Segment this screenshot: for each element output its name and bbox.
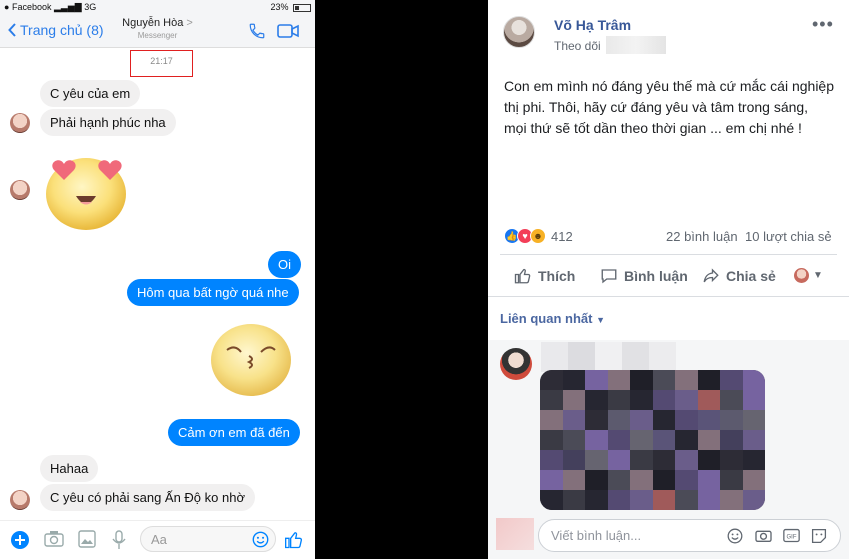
facebook-post-screen: Võ Hạ Trâm Theo dõi ••• Con em mình nó đ… [488,0,849,559]
divider [488,296,849,297]
message-timestamp: 21:17 [130,50,193,77]
avatar[interactable] [10,180,30,200]
write-comment-input[interactable]: Viết bình luận... GIF [538,519,841,552]
blurred-comment-image[interactable] [540,370,765,510]
comment-sort-label: Liên quan nhất [500,311,593,326]
message-input-placeholder: Aa [151,532,167,547]
thumbs-up-icon [514,268,531,284]
message-bubble-in[interactable]: C yêu có phải sang Ấn Độ ko nhờ [40,484,255,511]
avatar[interactable] [10,113,30,133]
sticker-icon[interactable] [811,528,827,544]
message-bubble-out[interactable]: Hôm qua bất ngờ quá nhe [127,279,299,306]
camera-icon[interactable] [44,530,64,548]
message-input[interactable]: Aa [140,526,276,552]
gif-icon[interactable]: GIF [783,528,800,543]
comment-button[interactable]: Bình luận [600,267,688,285]
chevron-right-icon: > [186,17,193,29]
avatar[interactable] [503,16,535,48]
blurred-avatar [496,518,534,550]
svg-text:GIF: GIF [787,534,797,540]
comment-icon [601,269,617,284]
message-bubble-in[interactable]: Phải hạnh phúc nha [40,109,176,136]
post-text: Con em mình nó đáng yêu thế mà cứ mắc cá… [504,78,834,136]
video-camera-icon[interactable] [277,24,299,38]
status-left: ● Facebook ▂▃▅▇ 3G [4,2,96,13]
share-button[interactable]: Chia sẻ [702,267,776,285]
messenger-screen: ● Facebook ▂▃▅▇ 3G 23% Trang chủ (8) Ngu… [0,0,315,559]
kiss-emoji-icon[interactable] [209,322,293,398]
haha-reaction-icon: ☻ [530,228,546,244]
like-button[interactable]: Thích [514,267,575,285]
contact-name[interactable]: Nguyễn Hòa > [0,17,315,29]
thumbs-up-icon[interactable] [284,530,304,550]
blurred-text [606,36,666,54]
more-options-icon[interactable]: ••• [812,14,834,35]
battery-label: 23% [270,2,289,12]
divider [500,254,837,255]
like-label: Thích [538,268,576,284]
contact-subtitle: Messenger [137,31,178,40]
comment-sort-dropdown[interactable]: Liên quan nhất ▼ [500,311,605,326]
share-icon [703,268,719,283]
contact-name-text: Nguyễn Hòa [122,17,184,29]
carrier-label: Facebook [11,2,52,12]
smiley-icon[interactable] [727,528,743,544]
avatar[interactable] [500,348,532,380]
comment-count[interactable]: 22 bình luận [666,229,738,244]
signal-icon: ▂▃▅▇ [54,2,82,12]
chat-header: Trang chủ (8) Nguyễn Hòa > Messenger [0,14,315,48]
reactions-summary[interactable]: 👍 ♥ ☻ 412 [504,228,573,244]
smiley-icon[interactable] [252,531,269,548]
avatar[interactable] [10,490,30,510]
camera-icon[interactable] [755,528,772,543]
heart-eyes-emoji-icon[interactable] [42,152,130,232]
follow-link[interactable]: Theo dõi [554,39,601,53]
phone-icon[interactable] [248,22,266,40]
message-bubble-in[interactable]: Hahaa [40,455,99,482]
message-bubble-in[interactable]: C yêu của em [40,80,141,107]
apple-icon: ● [4,2,10,12]
plus-icon[interactable] [10,530,30,550]
share-count[interactable]: 10 lượt chia sẻ [745,229,832,244]
comment-label: Bình luận [624,268,688,284]
write-comment-placeholder: Viết bình luận... [551,528,642,543]
profile-mini-icon [794,268,809,283]
reaction-count: 412 [551,228,573,244]
message-bubble-out[interactable]: Cảm ơn em đã đến [168,419,300,446]
microphone-icon[interactable] [112,530,126,550]
reaction-picker-button[interactable]: ▼ [794,268,823,283]
caret-down-icon: ▼ [813,270,823,281]
caret-down-icon: ▼ [596,315,605,325]
page: ● Facebook ▂▃▅▇ 3G 23% Trang chủ (8) Ngu… [0,0,849,559]
share-label: Chia sẻ [726,268,776,284]
author-name[interactable]: Võ Hạ Trâm [554,17,631,33]
photo-icon[interactable] [78,530,96,548]
blurred-commenter-name [541,342,676,372]
status-bar: ● Facebook ▂▃▅▇ 3G 23% [0,0,315,14]
message-bubble-out[interactable]: Oi [268,251,301,278]
network-label: 3G [84,2,97,12]
status-right: 23% [270,2,311,12]
battery-icon [293,3,311,12]
